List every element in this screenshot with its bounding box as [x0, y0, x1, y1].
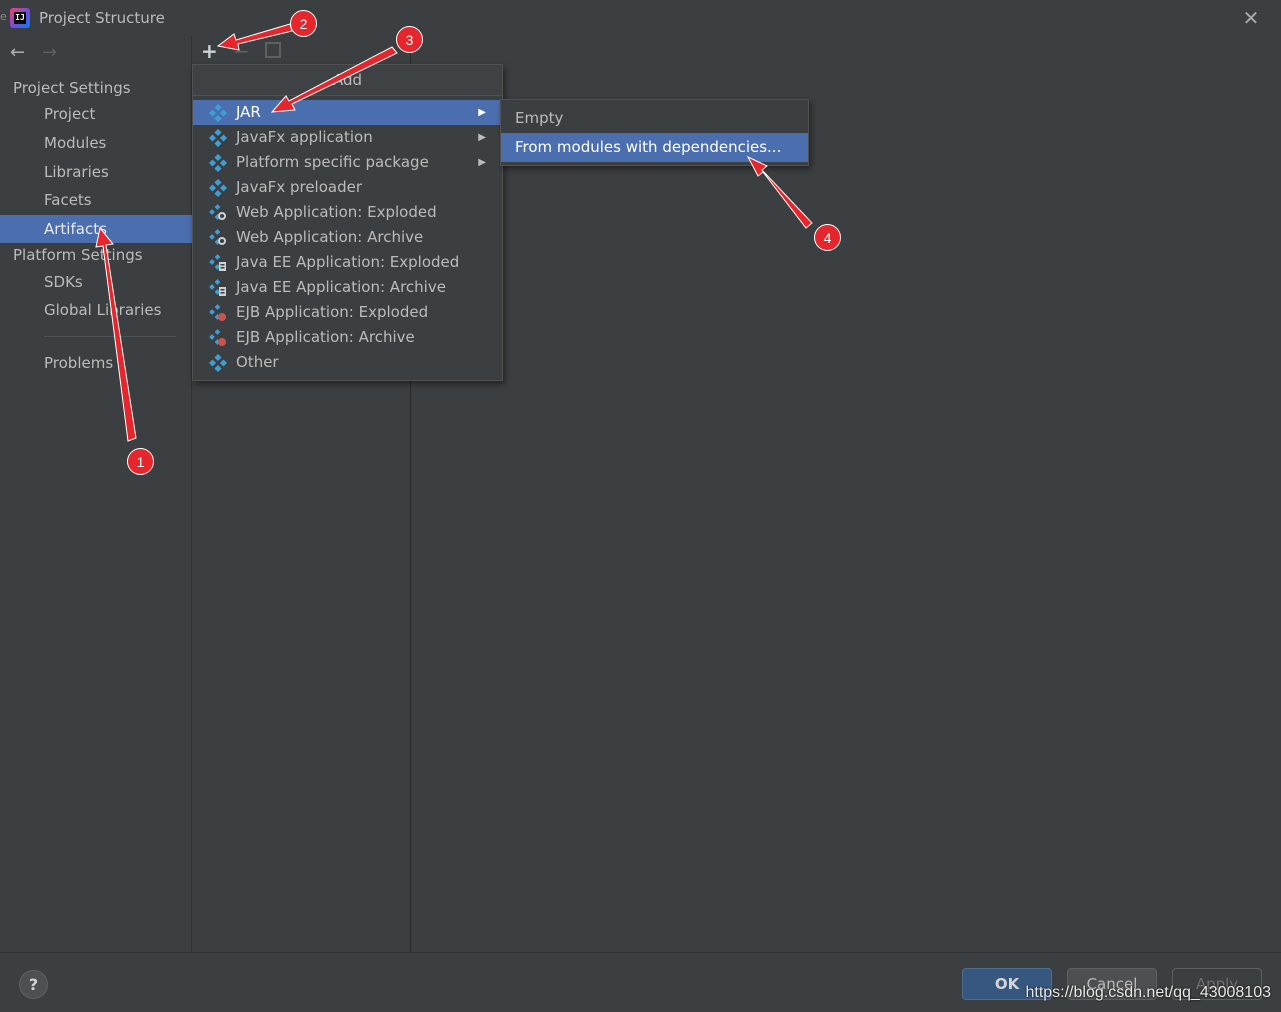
artifact-icon: [209, 129, 227, 147]
menu-item-other[interactable]: Other: [193, 350, 502, 375]
sidebar-item-global-libraries[interactable]: Global Libraries: [0, 296, 192, 324]
menu-item-label: JAR: [236, 103, 261, 121]
window-edge-glyph: e: [0, 10, 7, 23]
window-title: Project Structure: [39, 9, 165, 27]
menu-item-label: JavaFx preloader: [236, 178, 362, 196]
annotation-badge-4: 4: [814, 224, 841, 251]
artifact-details-panel: [412, 36, 1281, 952]
menu-item-ejb-application-archive[interactable]: EJB Application: Archive: [193, 325, 502, 350]
menu-item-label: EJB Application: Exploded: [236, 303, 429, 321]
menu-item-label: Web Application: Exploded: [236, 203, 437, 221]
artifact-icon: [209, 104, 227, 122]
sidebar-item-problems[interactable]: Problems: [0, 349, 192, 377]
artifact-icon: [209, 354, 227, 372]
menu-item-label: Platform specific package: [236, 153, 429, 171]
menu-item-web-application-archive[interactable]: Web Application: Archive: [193, 225, 502, 250]
menu-item-javafx-preloader[interactable]: JavaFx preloader: [193, 175, 502, 200]
menu-item-label: Web Application: Archive: [236, 228, 424, 246]
menu-item-javaee-application-archive[interactable]: Java EE Application: Archive: [193, 275, 502, 300]
menu-item-javafx-application[interactable]: JavaFx application ▶: [193, 125, 502, 150]
sidebar-item-modules[interactable]: Modules: [0, 129, 192, 157]
javaee-artifact-icon: [209, 279, 226, 296]
web-artifact-icon: [209, 204, 226, 220]
copy-icon[interactable]: [265, 42, 281, 58]
submenu-arrow-icon: ▶: [478, 107, 486, 118]
platform-settings-heading: Platform Settings: [13, 246, 143, 264]
menu-item-platform-specific-package[interactable]: Platform specific package ▶: [193, 150, 502, 175]
settings-sidebar: ← → Project Settings Project Modules Lib…: [0, 36, 192, 952]
intellij-app-icon: IJ: [10, 8, 30, 28]
title-bar: e IJ Project Structure ✕: [0, 0, 1281, 36]
submenu-item-from-modules[interactable]: From modules with dependencies...: [501, 133, 808, 162]
submenu-item-empty[interactable]: Empty: [501, 104, 808, 133]
menu-item-label: EJB Application: Archive: [236, 328, 415, 346]
sidebar-item-sdks[interactable]: SDKs: [0, 268, 192, 296]
remove-icon[interactable]: −: [233, 39, 250, 63]
sidebar-divider: [44, 336, 176, 337]
dialog-footer: ? OK Cancel Apply https://blog.csdn.net/…: [0, 952, 1281, 1012]
sidebar-item-artifacts[interactable]: Artifacts: [0, 215, 192, 243]
sidebar-item-libraries[interactable]: Libraries: [0, 158, 192, 186]
menu-item-javaee-application-exploded[interactable]: Java EE Application: Exploded: [193, 250, 502, 275]
menu-item-label: Java EE Application: Exploded: [236, 253, 460, 271]
menu-item-label: Other: [236, 353, 279, 371]
app-icon-text: IJ: [14, 12, 26, 24]
project-settings-heading: Project Settings: [13, 79, 131, 97]
submenu-arrow-icon: ▶: [478, 132, 486, 143]
menu-item-web-application-exploded[interactable]: Web Application: Exploded: [193, 200, 502, 225]
menu-title: Add: [193, 65, 502, 96]
annotation-badge-2: 2: [290, 10, 317, 37]
watermark-text: https://blog.csdn.net/qq_43008103: [1025, 984, 1271, 1001]
menu-item-ejb-application-exploded[interactable]: EJB Application: Exploded: [193, 300, 502, 325]
annotation-badge-3: 3: [396, 26, 423, 53]
jar-submenu: Empty From modules with dependencies...: [500, 99, 809, 166]
menu-item-jar[interactable]: JAR ▶: [193, 100, 502, 125]
add-icon[interactable]: +: [201, 39, 218, 63]
artifact-icon: [209, 154, 227, 172]
ejb-artifact-icon: [209, 329, 226, 346]
menu-item-label: Java EE Application: Archive: [236, 278, 446, 296]
artifact-icon: [209, 179, 227, 197]
javaee-artifact-icon: [209, 254, 226, 271]
submenu-arrow-icon: ▶: [478, 157, 486, 168]
web-artifact-icon: [209, 229, 226, 245]
ejb-artifact-icon: [209, 304, 226, 321]
sidebar-item-project[interactable]: Project: [0, 100, 192, 128]
help-button[interactable]: ?: [19, 970, 48, 999]
back-arrow-icon[interactable]: ←: [10, 42, 25, 63]
annotation-badge-1: 1: [127, 448, 154, 475]
forward-arrow-icon[interactable]: →: [42, 42, 57, 63]
menu-item-label: JavaFx application: [236, 128, 373, 146]
close-icon[interactable]: ✕: [1241, 8, 1261, 28]
add-artifact-menu: Add JAR ▶ JavaFx application ▶ Platform …: [192, 64, 503, 381]
sidebar-item-facets[interactable]: Facets: [0, 186, 192, 214]
